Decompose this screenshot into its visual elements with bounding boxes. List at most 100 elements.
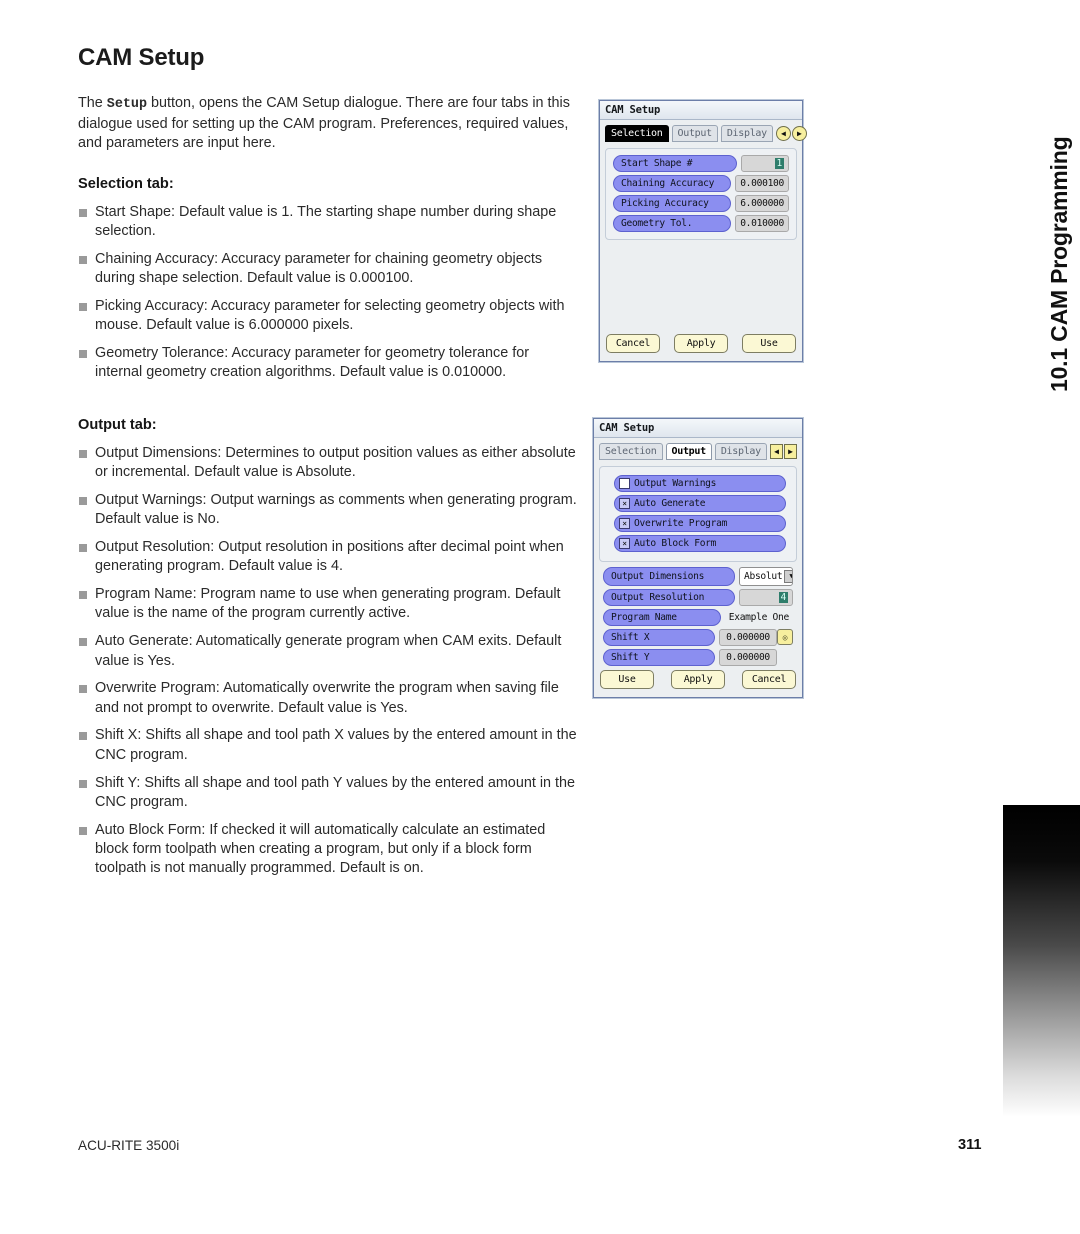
field-label: Start Shape # (613, 155, 737, 172)
geometry-tol-input[interactable]: 0.010000 (735, 215, 789, 232)
field-output-resolution: Output Resolution 4 (603, 589, 793, 606)
list-item: Auto Generate: Automatically generate pr… (78, 632, 578, 671)
page-edge-gradient-bar (1003, 805, 1080, 1117)
list-item-text: Output Dimensions: Determines to output … (95, 444, 576, 481)
bullet-square-icon (79, 302, 87, 311)
field-picking-accuracy: Picking Accuracy 6.000000 (613, 195, 789, 212)
field-label: Picking Accuracy (613, 195, 732, 212)
intro-text-before: The (78, 95, 107, 111)
field-start-shape: Start Shape # 1 (613, 155, 789, 172)
checkbox-output-warnings[interactable]: Output Warnings (614, 475, 786, 492)
cancel-button[interactable]: Cancel (606, 334, 660, 353)
tab-output[interactable]: Output (671, 125, 718, 142)
dialog-button-row: Use Apply Cancel (600, 670, 796, 689)
field-label: Chaining Accuracy (613, 175, 732, 192)
footer-page-number: 311 (958, 1137, 982, 1153)
tab-display[interactable]: Display (720, 125, 773, 142)
dialog-body: Selection Output Display ◀ ▶ Start Shape… (600, 120, 807, 361)
list-item-text: Chaining Accuracy: Accuracy parameter fo… (95, 250, 543, 286)
list-item: Picking Accuracy: Accuracy parameter for… (78, 297, 578, 336)
cam-setup-dialog-selection: CAM Setup Selection Output Display ◀ ▶ S… (599, 100, 807, 362)
picking-accuracy-input[interactable]: 6.000000 (735, 195, 789, 212)
dialog-tabstrip: Selection Output Display ◀ ▶ (599, 443, 797, 460)
checkbox-icon (619, 478, 630, 489)
chevron-down-icon[interactable]: ▼ (784, 570, 792, 583)
list-item: Output Dimensions: Determines to output … (78, 444, 578, 483)
checkbox-label: Auto Generate (634, 498, 706, 509)
list-item: Shift Y: Shifts all shape and tool path … (78, 774, 578, 813)
list-item-text: Start Shape: Default value is 1. The sta… (95, 203, 557, 239)
output-fields-panel: Output Dimensions Absolut ▼ Output Resol… (599, 567, 797, 666)
chevron-left-icon[interactable]: ◀ (770, 444, 783, 459)
chevron-right-icon[interactable]: ▶ (791, 126, 807, 141)
checkbox-label: Overwrite Program (634, 518, 728, 529)
selection-bullet-list: Start Shape: Default value is 1. The sta… (78, 203, 578, 383)
selection-tab-heading: Selection tab: (78, 175, 174, 192)
footer-product-name: ACU-RITE 3500i (78, 1138, 180, 1153)
tab-display[interactable]: Display (714, 443, 767, 460)
chevron-right-icon[interactable]: ▶ (784, 444, 797, 459)
field-output-dimensions: Output Dimensions Absolut ▼ (603, 567, 793, 586)
output-checkbox-panel: Output Warnings × Auto Generate × Overwr… (599, 466, 797, 562)
checkbox-checked-icon: × (619, 538, 630, 549)
output-bullet-list: Output Dimensions: Determines to output … (78, 444, 578, 879)
apply-button[interactable]: Apply (674, 334, 728, 353)
bullet-square-icon (79, 826, 87, 835)
program-name-input[interactable]: Example One (725, 609, 793, 626)
page-content-column: CAM Setup The Setup button, opens the CA… (78, 44, 578, 887)
list-item: Shift X: Shifts all shape and tool path … (78, 726, 578, 765)
tab-output[interactable]: Output (665, 443, 712, 460)
dialog-button-row: Cancel Apply Use (606, 334, 796, 353)
bullet-square-icon (79, 779, 87, 788)
list-item: Output Warnings: Output warnings as comm… (78, 491, 578, 530)
tab-selection[interactable]: Selection (599, 443, 663, 460)
checkbox-auto-block-form[interactable]: × Auto Block Form (614, 535, 786, 552)
checkbox-checked-icon: × (619, 498, 630, 509)
checkbox-label: Output Warnings (634, 478, 717, 489)
chevron-left-icon[interactable]: ◀ (775, 126, 791, 141)
list-item-text: Auto Block Form: If checked it will auto… (95, 821, 546, 877)
start-shape-input[interactable]: 1 (741, 155, 789, 172)
output-resolution-input[interactable]: 4 (739, 589, 793, 606)
shift-x-input[interactable]: 0.000000 (719, 629, 777, 646)
field-label: Output Dimensions (603, 567, 735, 586)
list-item-text: Program Name: Program name to use when g… (95, 586, 561, 622)
tab-nav-arrows: ◀ ▶ (770, 444, 797, 459)
field-label: Geometry Tol. (613, 215, 732, 232)
bullet-square-icon (79, 732, 87, 741)
list-item-text: Shift X: Shifts all shape and tool path … (95, 727, 577, 763)
bullet-square-icon (79, 349, 87, 358)
apply-button[interactable]: Apply (671, 670, 725, 689)
shift-y-input[interactable]: 0.000000 (719, 649, 777, 666)
cancel-button[interactable]: Cancel (742, 670, 796, 689)
field-value: Absolut (744, 571, 783, 582)
dialog-titlebar: CAM Setup (600, 101, 802, 120)
list-item-text: Auto Generate: Automatically generate pr… (95, 633, 562, 669)
list-item: Chaining Accuracy: Accuracy parameter fo… (78, 250, 578, 289)
cam-setup-dialog-output: CAM Setup Selection Output Display ◀ ▶ O… (593, 418, 803, 698)
bullet-square-icon (79, 496, 87, 505)
tab-selection[interactable]: Selection (605, 125, 669, 142)
chapter-tab-label: 10.1 CAM Programming (1046, 136, 1072, 392)
field-chaining-accuracy: Chaining Accuracy 0.000100 (613, 175, 789, 192)
list-item-text: Geometry Tolerance: Accuracy parameter f… (95, 344, 530, 381)
intro-paragraph: The Setup button, opens the CAM Setup di… (78, 94, 578, 154)
list-item-text: Picking Accuracy: Accuracy parameter for… (95, 297, 565, 333)
spin-adjust-button[interactable]: ◎ (777, 629, 793, 645)
dialog-body: Selection Output Display ◀ ▶ Output Warn… (594, 438, 802, 697)
chaining-accuracy-input[interactable]: 0.000100 (735, 175, 789, 192)
bullet-square-icon (79, 449, 87, 458)
list-item: Geometry Tolerance: Accuracy parameter f… (78, 344, 578, 383)
checkbox-overwrite-program[interactable]: × Overwrite Program (614, 515, 786, 532)
list-item: Auto Block Form: If checked it will auto… (78, 821, 578, 879)
chapter-tab: 10.1 CAM Programming (1000, 0, 1080, 420)
use-button[interactable]: Use (600, 670, 654, 689)
dialog-title: CAM Setup (605, 104, 661, 116)
dialog-title: CAM Setup (599, 422, 655, 434)
list-item-text: Output Warnings: Output warnings as comm… (95, 491, 577, 528)
checkbox-auto-generate[interactable]: × Auto Generate (614, 495, 786, 512)
use-button[interactable]: Use (742, 334, 796, 353)
field-program-name: Program Name Example One (603, 609, 793, 626)
intro-text-after: button, opens the CAM Setup dialogue. Th… (78, 95, 570, 151)
output-dimensions-select[interactable]: Absolut ▼ (739, 567, 793, 586)
